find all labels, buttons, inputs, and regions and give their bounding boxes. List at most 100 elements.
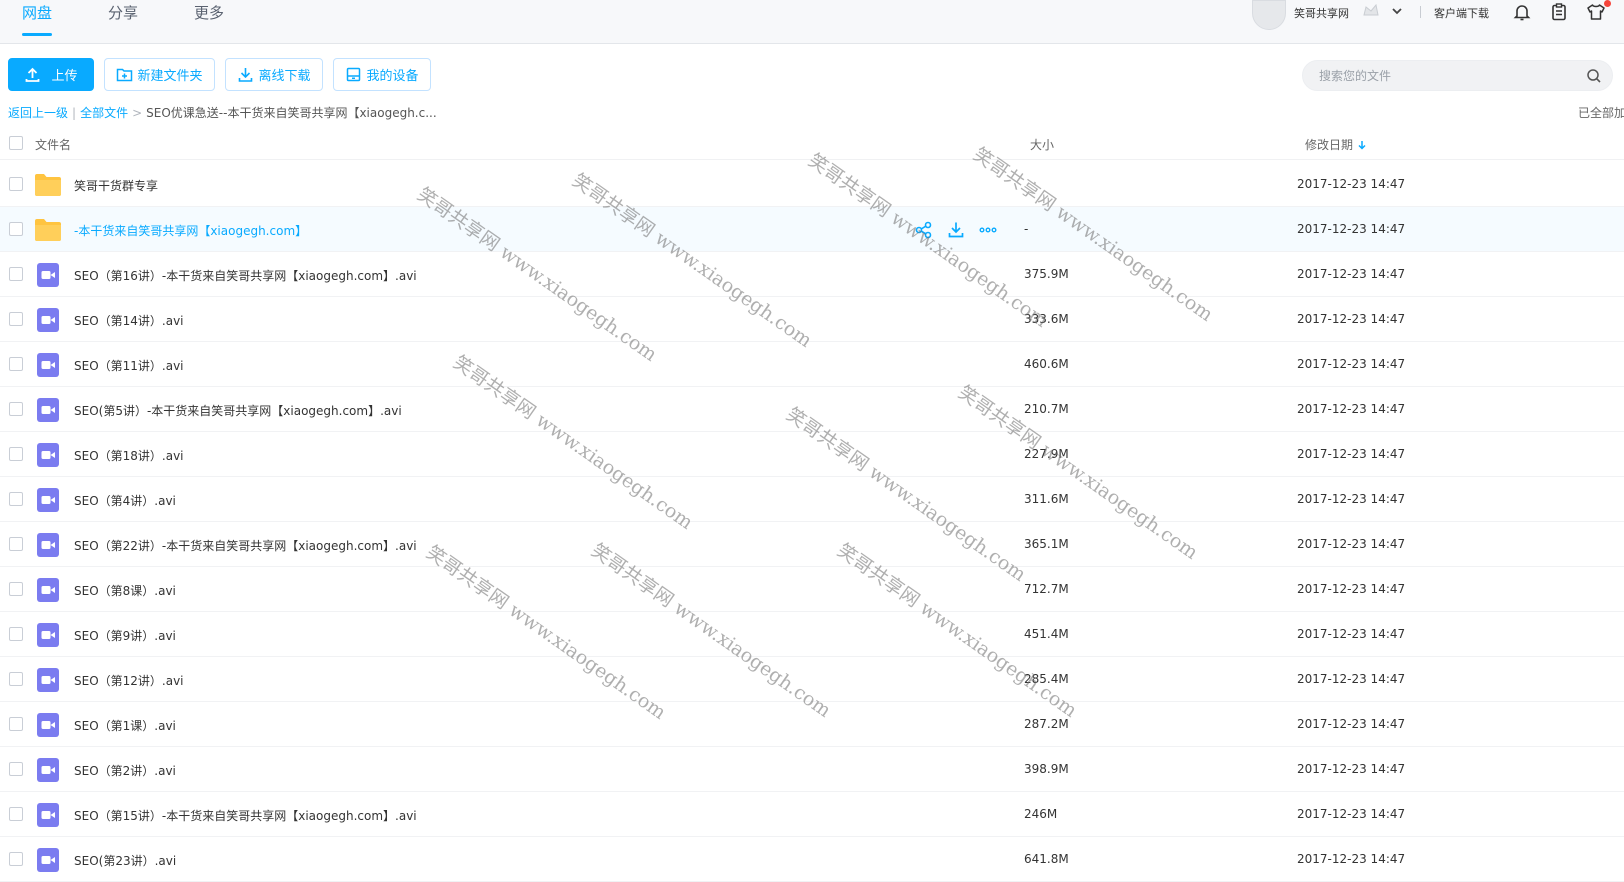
video-file-icon [37, 623, 59, 647]
file-name[interactable]: SEO（第1课）.avi [74, 717, 176, 734]
row-checkbox[interactable] [9, 762, 23, 776]
file-size: 375.9M [1024, 267, 1069, 281]
table-row[interactable]: SEO（第14讲）.avi 333.6M 2017-12-23 14:47 [0, 297, 1624, 342]
table-row[interactable]: -本干货来自笑哥共享网【xiaogegh.com】 - 2017-12-23 14:… [0, 207, 1624, 252]
top-nav-bar: 网盘 分享 更多 笑哥共享网 客户端下载 [0, 0, 1624, 44]
file-date: 2017-12-23 14:47 [1297, 762, 1406, 776]
video-file-icon [37, 848, 59, 872]
sort-desc-icon[interactable] [1357, 140, 1367, 150]
download-icon[interactable] [946, 220, 966, 240]
client-download-link[interactable]: 客户端下载 [1434, 5, 1489, 21]
table-row[interactable]: SEO（第11讲）.avi 460.6M 2017-12-23 14:47 [0, 342, 1624, 387]
file-name[interactable]: SEO（第15讲）-本干货来自笑哥共享网【xiaogegh.com】.avi [74, 807, 417, 824]
share-icon[interactable] [914, 220, 934, 240]
row-checkbox[interactable] [9, 222, 23, 236]
new-folder-button[interactable]: 新建文件夹 [104, 58, 215, 91]
file-date: 2017-12-23 14:47 [1297, 312, 1406, 326]
table-row[interactable]: SEO(第5讲）-本干货来自笑哥共享网【xiaogegh.com】.avi 210… [0, 387, 1624, 432]
breadcrumb-separator: > [132, 106, 143, 120]
file-name[interactable]: SEO（第9讲）.avi [74, 627, 176, 644]
file-date: 2017-12-23 14:47 [1297, 672, 1406, 686]
video-file-icon [37, 443, 59, 467]
table-row[interactable]: SEO（第1课）.avi 287.2M 2017-12-23 14:47 [0, 702, 1624, 747]
table-row[interactable]: SEO（第15讲）-本干货来自笑哥共享网【xiaogegh.com】.avi 24… [0, 792, 1624, 837]
video-file-icon [37, 713, 59, 737]
table-row[interactable]: SEO（第22讲）-本干货来自笑哥共享网【xiaogegh.com】.avi 36… [0, 522, 1624, 567]
file-size: 398.9M [1024, 762, 1069, 776]
my-devices-button[interactable]: 我的设备 [333, 58, 431, 91]
row-checkbox[interactable] [9, 447, 23, 461]
table-row[interactable]: SEO（第16讲）-本干货来自笑哥共享网【xiaogegh.com】.avi 37… [0, 252, 1624, 297]
table-row[interactable]: SEO（第8课）.avi 712.7M 2017-12-23 14:47 [0, 567, 1624, 612]
column-header-name[interactable]: 文件名 [35, 136, 71, 153]
row-checkbox[interactable] [9, 852, 23, 866]
device-icon [347, 67, 361, 82]
row-checkbox[interactable] [9, 627, 23, 641]
file-name[interactable]: SEO（第16讲）-本干货来自笑哥共享网【xiaogegh.com】.avi [74, 267, 417, 284]
table-row[interactable]: SEO(第23讲）.avi 641.8M 2017-12-23 14:47 [0, 837, 1624, 882]
table-row[interactable]: 笑哥干货群专享 2017-12-23 14:47 [0, 162, 1624, 207]
file-name[interactable]: SEO（第4讲）.avi [74, 492, 176, 509]
video-file-icon [37, 533, 59, 557]
row-checkbox[interactable] [9, 717, 23, 731]
file-name[interactable]: 笑哥干货群专享 [74, 177, 158, 194]
select-all-checkbox[interactable] [9, 136, 23, 150]
row-checkbox[interactable] [9, 267, 23, 281]
table-row[interactable]: SEO（第12讲）.avi 285.4M 2017-12-23 14:47 [0, 657, 1624, 702]
bell-icon[interactable] [1512, 2, 1532, 22]
row-checkbox[interactable] [9, 402, 23, 416]
row-checkbox[interactable] [9, 357, 23, 371]
avatar[interactable] [1252, 0, 1286, 30]
tab-more[interactable]: 更多 [194, 0, 224, 44]
file-name[interactable]: -本干货来自笑哥共享网【xiaogegh.com】 [74, 222, 307, 239]
row-checkbox[interactable] [9, 807, 23, 821]
clipboard-icon[interactable] [1549, 2, 1569, 22]
chevron-down-icon[interactable] [1390, 4, 1404, 18]
table-row[interactable]: SEO（第2讲）.avi 398.9M 2017-12-23 14:47 [0, 747, 1624, 792]
file-name[interactable]: SEO（第22讲）-本干货来自笑哥共享网【xiaogegh.com】.avi [74, 537, 417, 554]
search-box [1302, 60, 1613, 91]
row-checkbox[interactable] [9, 537, 23, 551]
upload-button[interactable]: 上传 [8, 58, 94, 91]
video-file-icon [37, 488, 59, 512]
offline-download-button[interactable]: 离线下载 [225, 58, 323, 91]
video-file-icon [37, 668, 59, 692]
file-size: 210.7M [1024, 402, 1069, 416]
file-name[interactable]: SEO（第14讲）.avi [74, 312, 184, 329]
file-date: 2017-12-23 14:47 [1297, 177, 1406, 191]
search-icon[interactable] [1586, 68, 1602, 84]
search-input[interactable] [1317, 61, 1577, 90]
video-file-icon [37, 578, 59, 602]
video-file-icon [37, 398, 59, 422]
file-name[interactable]: SEO（第12讲）.avi [74, 672, 184, 689]
column-header-date[interactable]: 修改日期 [1305, 136, 1367, 153]
file-date: 2017-12-23 14:47 [1297, 852, 1406, 866]
row-checkbox[interactable] [9, 582, 23, 596]
divider [1420, 6, 1421, 18]
tshirt-skin-icon[interactable] [1586, 2, 1606, 22]
table-row[interactable]: SEO（第9讲）.avi 451.4M 2017-12-23 14:47 [0, 612, 1624, 657]
new-folder-icon [117, 68, 133, 82]
breadcrumb-current: SEO优课急送--本干货来自笑哥共享网【xiaogegh.c... [146, 106, 437, 120]
file-name[interactable]: SEO（第2讲）.avi [74, 762, 176, 779]
more-icon[interactable] [978, 220, 998, 240]
row-checkbox[interactable] [9, 312, 23, 326]
table-row[interactable]: SEO（第18讲）.avi 227.9M 2017-12-23 14:47 [0, 432, 1624, 477]
column-header-size[interactable]: 大小 [1030, 136, 1054, 153]
back-link[interactable]: 返回上一级 [8, 106, 68, 120]
username-label[interactable]: 笑哥共享网 [1294, 5, 1349, 21]
row-checkbox[interactable] [9, 177, 23, 191]
tab-share[interactable]: 分享 [108, 0, 138, 44]
table-row[interactable]: SEO（第4讲）.avi 311.6M 2017-12-23 14:47 [0, 477, 1624, 522]
row-checkbox[interactable] [9, 672, 23, 686]
file-date: 2017-12-23 14:47 [1297, 447, 1406, 461]
video-file-icon [37, 803, 59, 827]
tab-netdisk[interactable]: 网盘 [22, 0, 53, 44]
file-name[interactable]: SEO（第11讲）.avi [74, 357, 184, 374]
file-name[interactable]: SEO（第18讲）.avi [74, 447, 184, 464]
all-files-link[interactable]: 全部文件 [80, 106, 128, 120]
row-checkbox[interactable] [9, 492, 23, 506]
file-name[interactable]: SEO（第8课）.avi [74, 582, 176, 599]
file-name[interactable]: SEO(第5讲）-本干货来自笑哥共享网【xiaogegh.com】.avi [74, 402, 402, 419]
notification-dot [1604, 0, 1611, 7]
